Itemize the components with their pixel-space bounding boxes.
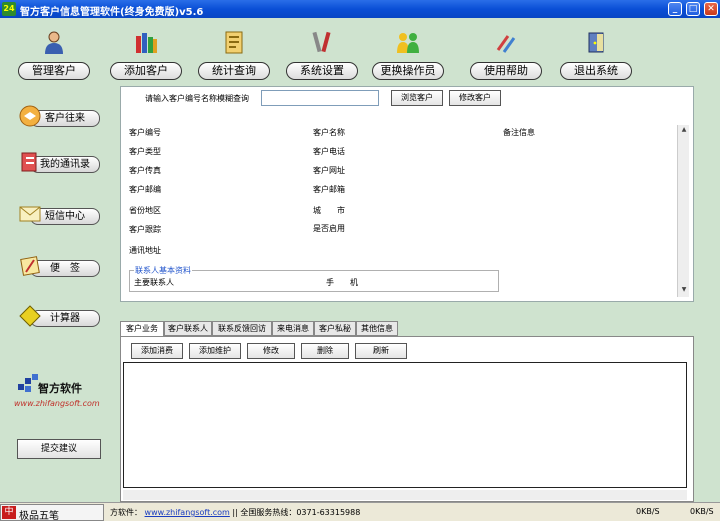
toolbar-statistics[interactable]: 统计查询 [196,26,272,82]
toolbar-label: 系统设置 [286,62,358,80]
browse-customer-button[interactable]: 浏览客户 [391,90,443,106]
business-records-list[interactable] [123,362,687,488]
toolbar-help[interactable]: 使用帮助 [468,26,544,82]
books-icon [136,33,157,53]
status-info: 方软件： www.zhifangsoft.com || 全国服务热线：0371-… [110,507,360,518]
field-province: 省份地区 [129,206,161,215]
exit-icon [588,32,604,53]
sidebar-item-notes[interactable]: 便 签 [18,254,100,280]
field-customer-website: 客户网址 [313,166,345,175]
sidebar-item-customer-contacts[interactable]: 客户往来 [18,104,100,130]
search-input[interactable] [261,90,379,106]
scroll-up-icon[interactable]: ▲ [679,125,689,135]
address-book-icon [21,152,37,172]
network-up-speed: 0KB/S [690,507,714,516]
horizontal-scrollbar[interactable] [123,490,687,500]
logo-name: 智方软件 [38,382,82,395]
field-customer-track: 客户跟踪 [129,225,161,234]
customer-info-panel: 请输入客户编号名称模糊查询 浏览客户 修改客户 客户编号 客户类型 客户传真 客… [120,86,694,302]
tab-customer-contacts[interactable]: 客户联系人 [164,321,212,336]
toolbar-label: 统计查询 [198,62,270,80]
edit-record-button[interactable]: 修改 [247,343,295,359]
field-customer-name: 客户名称 [313,128,345,137]
people-icon [397,33,419,53]
edit-customer-button[interactable]: 修改客户 [449,90,501,106]
status-bar: 中 极品五笔 方软件： www.zhifangsoft.com || 全国服务热… [0,502,720,521]
logo-url: www.zhifangsoft.com [14,399,100,408]
tab-bar: 客户业务 客户联系人 联系反馈回访 来电消息 客户私秘 其他信息 [120,321,520,337]
main-toolbar: 管理客户 添加客户 统计查询 系统设置 更换操作员 使用帮助 退出系统 [0,18,720,84]
field-customer-email: 客户邮箱 [313,185,345,194]
help-icon [496,35,516,53]
toolbar-manage-customer[interactable]: 管理客户 [16,26,92,82]
contact-info-group: 联系人基本资料 主要联系人 手 机 [129,265,499,292]
refresh-button[interactable]: 刷新 [355,343,407,359]
minimize-button[interactable]: _ [668,2,682,16]
ime-indicator[interactable]: 中 极品五笔 [0,504,104,521]
field-customer-phone: 客户电话 [313,147,345,156]
field-customer-type: 客户类型 [129,147,161,156]
field-customer-id: 客户编号 [129,128,161,137]
calculator-icon [19,305,41,327]
ime-name: 极品五笔 [19,511,59,521]
contact-legend: 联系人基本资料 [134,265,192,276]
sidebar-item-calculator[interactable]: 计算器 [18,304,100,330]
software-link[interactable]: www.zhifangsoft.com [145,508,230,517]
field-city: 城 市 [313,206,345,215]
ime-chinese-icon: 中 [2,506,16,519]
title-bar: 24 智方客户信息管理软件(终身免费版)v5.6 _ □ ✕ [0,0,720,18]
network-down-speed: 0KB/S [636,507,660,516]
add-consume-button[interactable]: 添加消费 [131,343,183,359]
field-address: 通讯地址 [129,246,161,255]
add-maintain-button[interactable]: 添加维护 [189,343,241,359]
sidebar-item-sms-center[interactable]: 短信中心 [18,202,100,228]
app-icon: 24 [2,2,16,16]
handshake-icon [19,105,41,127]
sms-icon [19,206,41,222]
field-customer-fax: 客户传真 [129,166,161,175]
document-icon [225,31,243,54]
toolbar-add-customer[interactable]: 添加客户 [108,26,184,82]
close-button[interactable]: ✕ [704,2,718,16]
toolbar-label: 更换操作员 [372,62,444,80]
hotline-text: || 全国服务热线：0371-63315988 [232,508,361,517]
sidebar: 客户往来 我的通讯录 短信中心 便 签 计算器 智方软件 www.zhifang… [0,84,118,504]
tab-panel-customer-business: 添加消费 添加维护 修改 删除 刷新 [120,336,694,502]
tab-call-messages[interactable]: 来电消息 [272,321,314,336]
toolbar-label: 使用帮助 [470,62,542,80]
notes-icon [20,256,40,276]
person-icon [45,31,63,54]
scroll-down-icon[interactable]: ▼ [679,285,689,295]
sidebar-item-address-book[interactable]: 我的通讯录 [18,150,100,176]
toolbar-exit[interactable]: 退出系统 [558,26,634,82]
delete-record-button[interactable]: 删除 [301,343,349,359]
tab-other-info[interactable]: 其他信息 [356,321,398,336]
window-title: 智方客户信息管理软件(终身免费版)v5.6 [20,7,204,18]
company-logo: 智方软件 www.zhifangsoft.com [12,372,108,412]
logo-icon [18,374,38,392]
submit-suggestion-button[interactable]: 提交建议 [17,439,101,459]
tools-icon [312,31,331,53]
toolbar-change-operator[interactable]: 更换操作员 [370,26,446,82]
search-label: 请输入客户编号名称模糊查询 [145,94,249,103]
remarks-scrollbar[interactable]: ▲ ▼ [677,125,689,297]
field-mobile: 手 机 [326,278,358,287]
maximize-button[interactable]: □ [686,2,700,16]
tab-customer-private[interactable]: 客户私秘 [314,321,356,336]
field-enabled: 是否启用 [313,224,345,233]
tab-feedback[interactable]: 联系反馈回访 [212,321,272,336]
software-label: 方软件： [110,508,142,517]
toolbar-label: 添加客户 [110,62,182,80]
toolbar-label: 管理客户 [18,62,90,80]
field-main-contact: 主要联系人 [134,278,174,287]
toolbar-label: 退出系统 [560,62,632,80]
toolbar-system-settings[interactable]: 系统设置 [284,26,360,82]
field-remarks: 备注信息 [503,128,535,137]
tab-customer-business[interactable]: 客户业务 [120,321,164,337]
field-customer-zip: 客户邮编 [129,185,161,194]
